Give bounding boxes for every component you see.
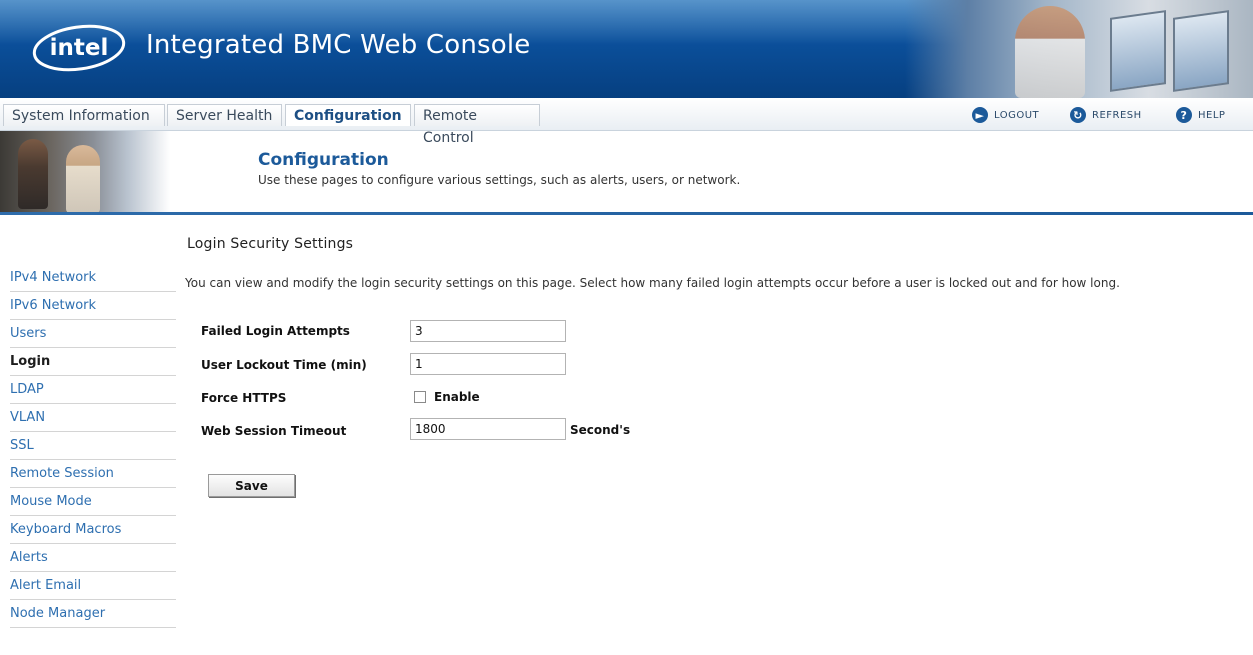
sidebar-item-users[interactable]: Users — [10, 320, 176, 348]
sidebar-item-ldap[interactable]: LDAP — [10, 376, 176, 404]
force-https-toggle[interactable]: Enable — [414, 390, 480, 404]
force-https-label: Force HTTPS — [201, 391, 287, 405]
page-title: Login Security Settings — [187, 236, 354, 252]
logo-text: intel — [50, 35, 109, 61]
sidebar-item-node-manager[interactable]: Node Manager — [10, 600, 176, 628]
section-title: Configuration — [258, 150, 389, 170]
sidebar-item-keyboard-macros[interactable]: Keyboard Macros — [10, 516, 176, 544]
section-photo — [0, 131, 170, 213]
main-nav: System Information Server Health Configu… — [0, 98, 1253, 146]
intel-logo: intel — [32, 24, 126, 72]
tab-server-health[interactable]: Server Health — [167, 104, 282, 126]
force-https-checkbox[interactable] — [414, 391, 426, 403]
refresh-label: REFRESH — [1092, 109, 1142, 121]
failed-login-attempts-input[interactable] — [410, 320, 566, 342]
help-link[interactable]: ? HELP — [1176, 105, 1225, 125]
sidebar-item-ipv6-network[interactable]: IPv6 Network — [10, 292, 176, 320]
sidebar-item-remote-session[interactable]: Remote Session — [10, 460, 176, 488]
monitor-image — [1173, 10, 1229, 92]
page-description: You can view and modify the login securi… — [185, 276, 1120, 290]
sidebar-item-ssl[interactable]: SSL — [10, 432, 176, 460]
photo-person — [66, 145, 100, 213]
refresh-icon: ↻ — [1070, 107, 1086, 123]
logout-icon: ► — [972, 107, 988, 123]
web-session-timeout-label: Web Session Timeout — [201, 424, 347, 438]
sidebar-nav: IPv4 Network IPv6 Network Users Login LD… — [10, 264, 176, 628]
help-icon: ? — [1176, 107, 1192, 123]
help-label: HELP — [1198, 109, 1226, 121]
sidebar-item-login[interactable]: Login — [10, 348, 176, 376]
sidebar-item-vlan[interactable]: VLAN — [10, 404, 176, 432]
failed-login-attempts-label: Failed Login Attempts — [201, 324, 350, 338]
save-button[interactable]: Save — [208, 474, 295, 497]
force-https-enable-label: Enable — [434, 390, 480, 404]
monitor-image — [1110, 10, 1166, 92]
web-session-timeout-input[interactable] — [410, 418, 566, 440]
sidebar-item-ipv4-network[interactable]: IPv4 Network — [10, 264, 176, 292]
user-lockout-time-input[interactable] — [410, 353, 566, 375]
sidebar-item-mouse-mode[interactable]: Mouse Mode — [10, 488, 176, 516]
banner-photo — [905, 0, 1253, 98]
tab-remote-control[interactable]: Remote Control — [414, 104, 540, 146]
app-title: Integrated BMC Web Console — [146, 30, 531, 60]
timeout-unit-label: Second's — [570, 423, 631, 437]
header-divider — [0, 212, 1253, 215]
tab-configuration[interactable]: Configuration — [285, 104, 411, 126]
sidebar-item-alert-email[interactable]: Alert Email — [10, 572, 176, 600]
user-lockout-time-label: User Lockout Time (min) — [201, 358, 367, 372]
section-description: Use these pages to configure various set… — [258, 173, 741, 187]
header-banner: intel Integrated BMC Web Console — [0, 0, 1253, 98]
photo-person — [18, 139, 48, 209]
banner-person-image — [1015, 6, 1085, 98]
logout-link[interactable]: ► LOGOUT — [972, 105, 1039, 125]
sidebar-item-alerts[interactable]: Alerts — [10, 544, 176, 572]
tab-system-information[interactable]: System Information — [3, 104, 165, 126]
logout-label: LOGOUT — [994, 109, 1040, 121]
refresh-link[interactable]: ↻ REFRESH — [1070, 105, 1142, 125]
